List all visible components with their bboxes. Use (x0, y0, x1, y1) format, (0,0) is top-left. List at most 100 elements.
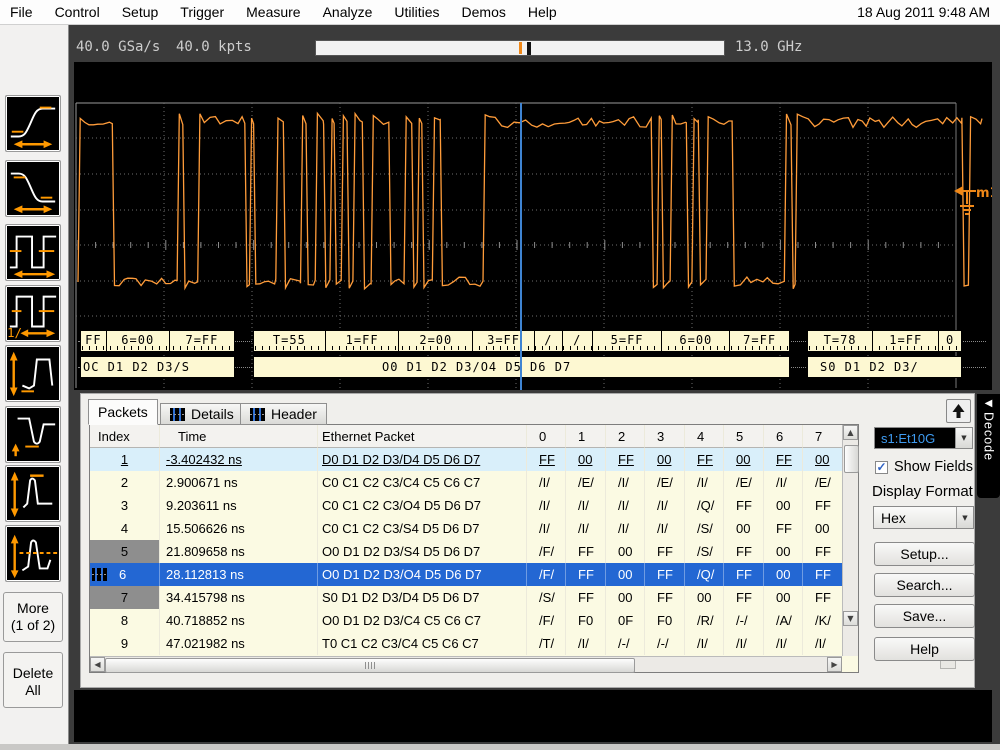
table-row[interactable]: 39.203611 nsC0 C1 C2 C3/O4 D5 D6 D7/I//I… (90, 494, 858, 517)
datetime: 18 Aug 2011 9:48 AM (857, 4, 990, 20)
column-header-5[interactable]: 5 (724, 425, 764, 448)
table-row[interactable]: 415.506626 nsC0 C1 C2 C3/S4 D5 D6 D7/I//… (90, 517, 858, 540)
tab-header-label: Header (271, 406, 317, 422)
cell-index: 3 (90, 494, 160, 517)
table-row[interactable]: 947.021982 nsT0 C1 C2 C3/C4 C5 C6 C7/T//… (90, 632, 858, 655)
menu-file[interactable]: File (10, 4, 33, 20)
column-header-0[interactable]: 0 (527, 425, 566, 448)
column-header-1[interactable]: 1 (566, 425, 606, 448)
setup-button[interactable]: Setup... (874, 542, 975, 566)
rise-time-button[interactable] (5, 95, 61, 152)
decode-packet-label: OC D1 D2 D3/S (81, 357, 190, 377)
cell-byte-1: /E/ (566, 471, 606, 494)
decode-side-tab[interactable]: ◀ Decode (977, 394, 1000, 498)
cell-byte-0: /F/ (527, 540, 566, 563)
cell-packet: C0 C1 C2 C3/C4 C5 C6 C7 (318, 471, 527, 494)
cell-packet: T0 C1 C2 C3/C4 C5 C6 C7 (318, 632, 527, 655)
table-row[interactable]: 1-3.402432 nsD0 D1 D2 D3/D4 D5 D6 D7FF00… (90, 448, 858, 471)
delete-all-button[interactable]: Delete All (3, 652, 63, 708)
scroll-down-button[interactable]: ▼ (843, 611, 858, 626)
menu-items: File Control Setup Trigger Measure Analyze Uti… (10, 4, 579, 20)
cell-byte-3: 00 (645, 448, 685, 471)
period-button[interactable] (5, 224, 61, 281)
average-voltage-button[interactable] (5, 525, 61, 582)
bottom-edge (0, 744, 1000, 750)
decode-source-value: s1:Et10G (875, 428, 955, 448)
decode-source-select[interactable]: s1:Et10G ▼ (874, 427, 973, 449)
column-header-6[interactable]: 6 (764, 425, 803, 448)
column-header-index[interactable]: Index (90, 425, 160, 448)
scroll-right-button[interactable]: ▶ (827, 657, 842, 672)
menu-analyze[interactable]: Analyze (323, 4, 373, 20)
menu-control[interactable]: Control (55, 4, 100, 20)
table-row[interactable]: 628.112813 nsO0 D1 D2 D3/O4 D5 D6 D7/F/F… (90, 563, 858, 586)
column-header-2[interactable]: 2 (606, 425, 645, 448)
menu-trigger[interactable]: Trigger (180, 4, 224, 20)
scroll-left-button[interactable]: ◀ (90, 657, 105, 672)
cell-byte-3: FF (645, 540, 685, 563)
column-header-7[interactable]: 7 (803, 425, 843, 448)
rise-time-icon (6, 96, 60, 151)
delta-voltage-button[interactable] (5, 345, 61, 402)
help-button[interactable]: Help (874, 637, 975, 661)
sample-rate: 40.0 GSa/s (76, 39, 160, 55)
waveform-display[interactable]: m1 FF6=007=FFT=551=FF2=003=FF//5=FF6=007… (74, 62, 992, 390)
time-cursor[interactable] (520, 103, 522, 390)
column-header-4[interactable]: 4 (685, 425, 724, 448)
frequency-button[interactable]: 1/ (5, 285, 61, 342)
vertical-scrollbar[interactable]: ▲ ▼ (842, 425, 858, 656)
fall-time-button[interactable] (5, 160, 61, 217)
menu-demos[interactable]: Demos (462, 4, 506, 20)
vertical-scroll-thumb[interactable] (844, 445, 859, 473)
decode-field-cell: 3=FF (473, 331, 535, 351)
column-header-3[interactable]: 3 (645, 425, 685, 448)
marker-m1-icon[interactable]: m1 (952, 182, 992, 220)
cell-byte-4: FF (685, 448, 724, 471)
decode-field-cell: 6=00 (107, 331, 170, 351)
table-row[interactable]: 840.718852 nsO0 D1 D2 D3/C4 C5 C6 C7/F/F… (90, 609, 858, 632)
base-voltage-button[interactable] (5, 406, 61, 463)
cell-byte-5: /E/ (724, 471, 764, 494)
search-button[interactable]: Search... (874, 573, 975, 597)
tab-header[interactable]: Header (240, 403, 327, 425)
decode-field-cell: 2=00 (399, 331, 473, 351)
cell-packet: O0 D1 D2 D3/C4 C5 C6 C7 (318, 609, 527, 632)
horizontal-scroll-thumb[interactable] (105, 658, 635, 673)
decode-side-tab-label: Decode (982, 412, 996, 461)
amplitude-button[interactable] (5, 465, 61, 522)
column-header-time[interactable]: Time (160, 425, 318, 448)
position-caret-icon (527, 42, 531, 55)
more-button[interactable]: More (1 of 2) (3, 592, 63, 642)
horizontal-scrollbar[interactable]: ◀ ▶ (90, 656, 842, 672)
frequency-icon: 1/ (6, 286, 60, 341)
menu-measure[interactable]: Measure (246, 4, 300, 20)
scroll-up-button[interactable]: ▲ (843, 425, 858, 440)
tab-packets[interactable]: Packets (88, 399, 158, 425)
column-header-ethernet-packet[interactable]: Ethernet Packet (318, 425, 527, 448)
cell-packet: D0 D1 D2 D3/D4 D5 D6 D7 (318, 448, 527, 471)
cell-index: 5 (90, 540, 160, 563)
cell-byte-0: /I/ (527, 494, 566, 517)
show-fields-checkbox[interactable]: ✓ (875, 461, 888, 474)
menu-setup[interactable]: Setup (122, 4, 159, 20)
marker-m1-label: m1 (976, 186, 992, 201)
menu-help[interactable]: Help (528, 4, 557, 20)
cell-byte-6: 00 (764, 494, 803, 517)
acquisition-position-bar[interactable] (315, 40, 725, 56)
table-row[interactable]: 734.415798 nsS0 D1 D2 D3/D4 D5 D6 D7/S/F… (90, 586, 858, 609)
table-row[interactable]: 22.900671 nsC0 C1 C2 C3/C4 C5 C6 C7/I//E… (90, 471, 858, 494)
decode-field-cell: / (535, 331, 563, 351)
table-header-row: IndexTimeEthernet Packet01234567 (90, 425, 858, 448)
menu-utilities[interactable]: Utilities (394, 4, 439, 20)
more-label: More (4, 600, 62, 618)
tab-details[interactable]: Details (160, 403, 244, 425)
cell-byte-5: FF (724, 563, 764, 586)
cell-byte-2: /I/ (606, 517, 645, 540)
save-button[interactable]: Save... (874, 604, 975, 628)
cell-byte-1: F0 (566, 609, 606, 632)
cell-time: 47.021982 ns (160, 632, 318, 655)
table-row[interactable]: 521.809658 nsO0 D1 D2 D3/S4 D5 D6 D7/F/F… (90, 540, 858, 563)
bus-icon (170, 408, 185, 421)
collapse-panel-button[interactable] (946, 399, 971, 423)
display-format-select[interactable]: Hex ▼ (873, 506, 974, 529)
